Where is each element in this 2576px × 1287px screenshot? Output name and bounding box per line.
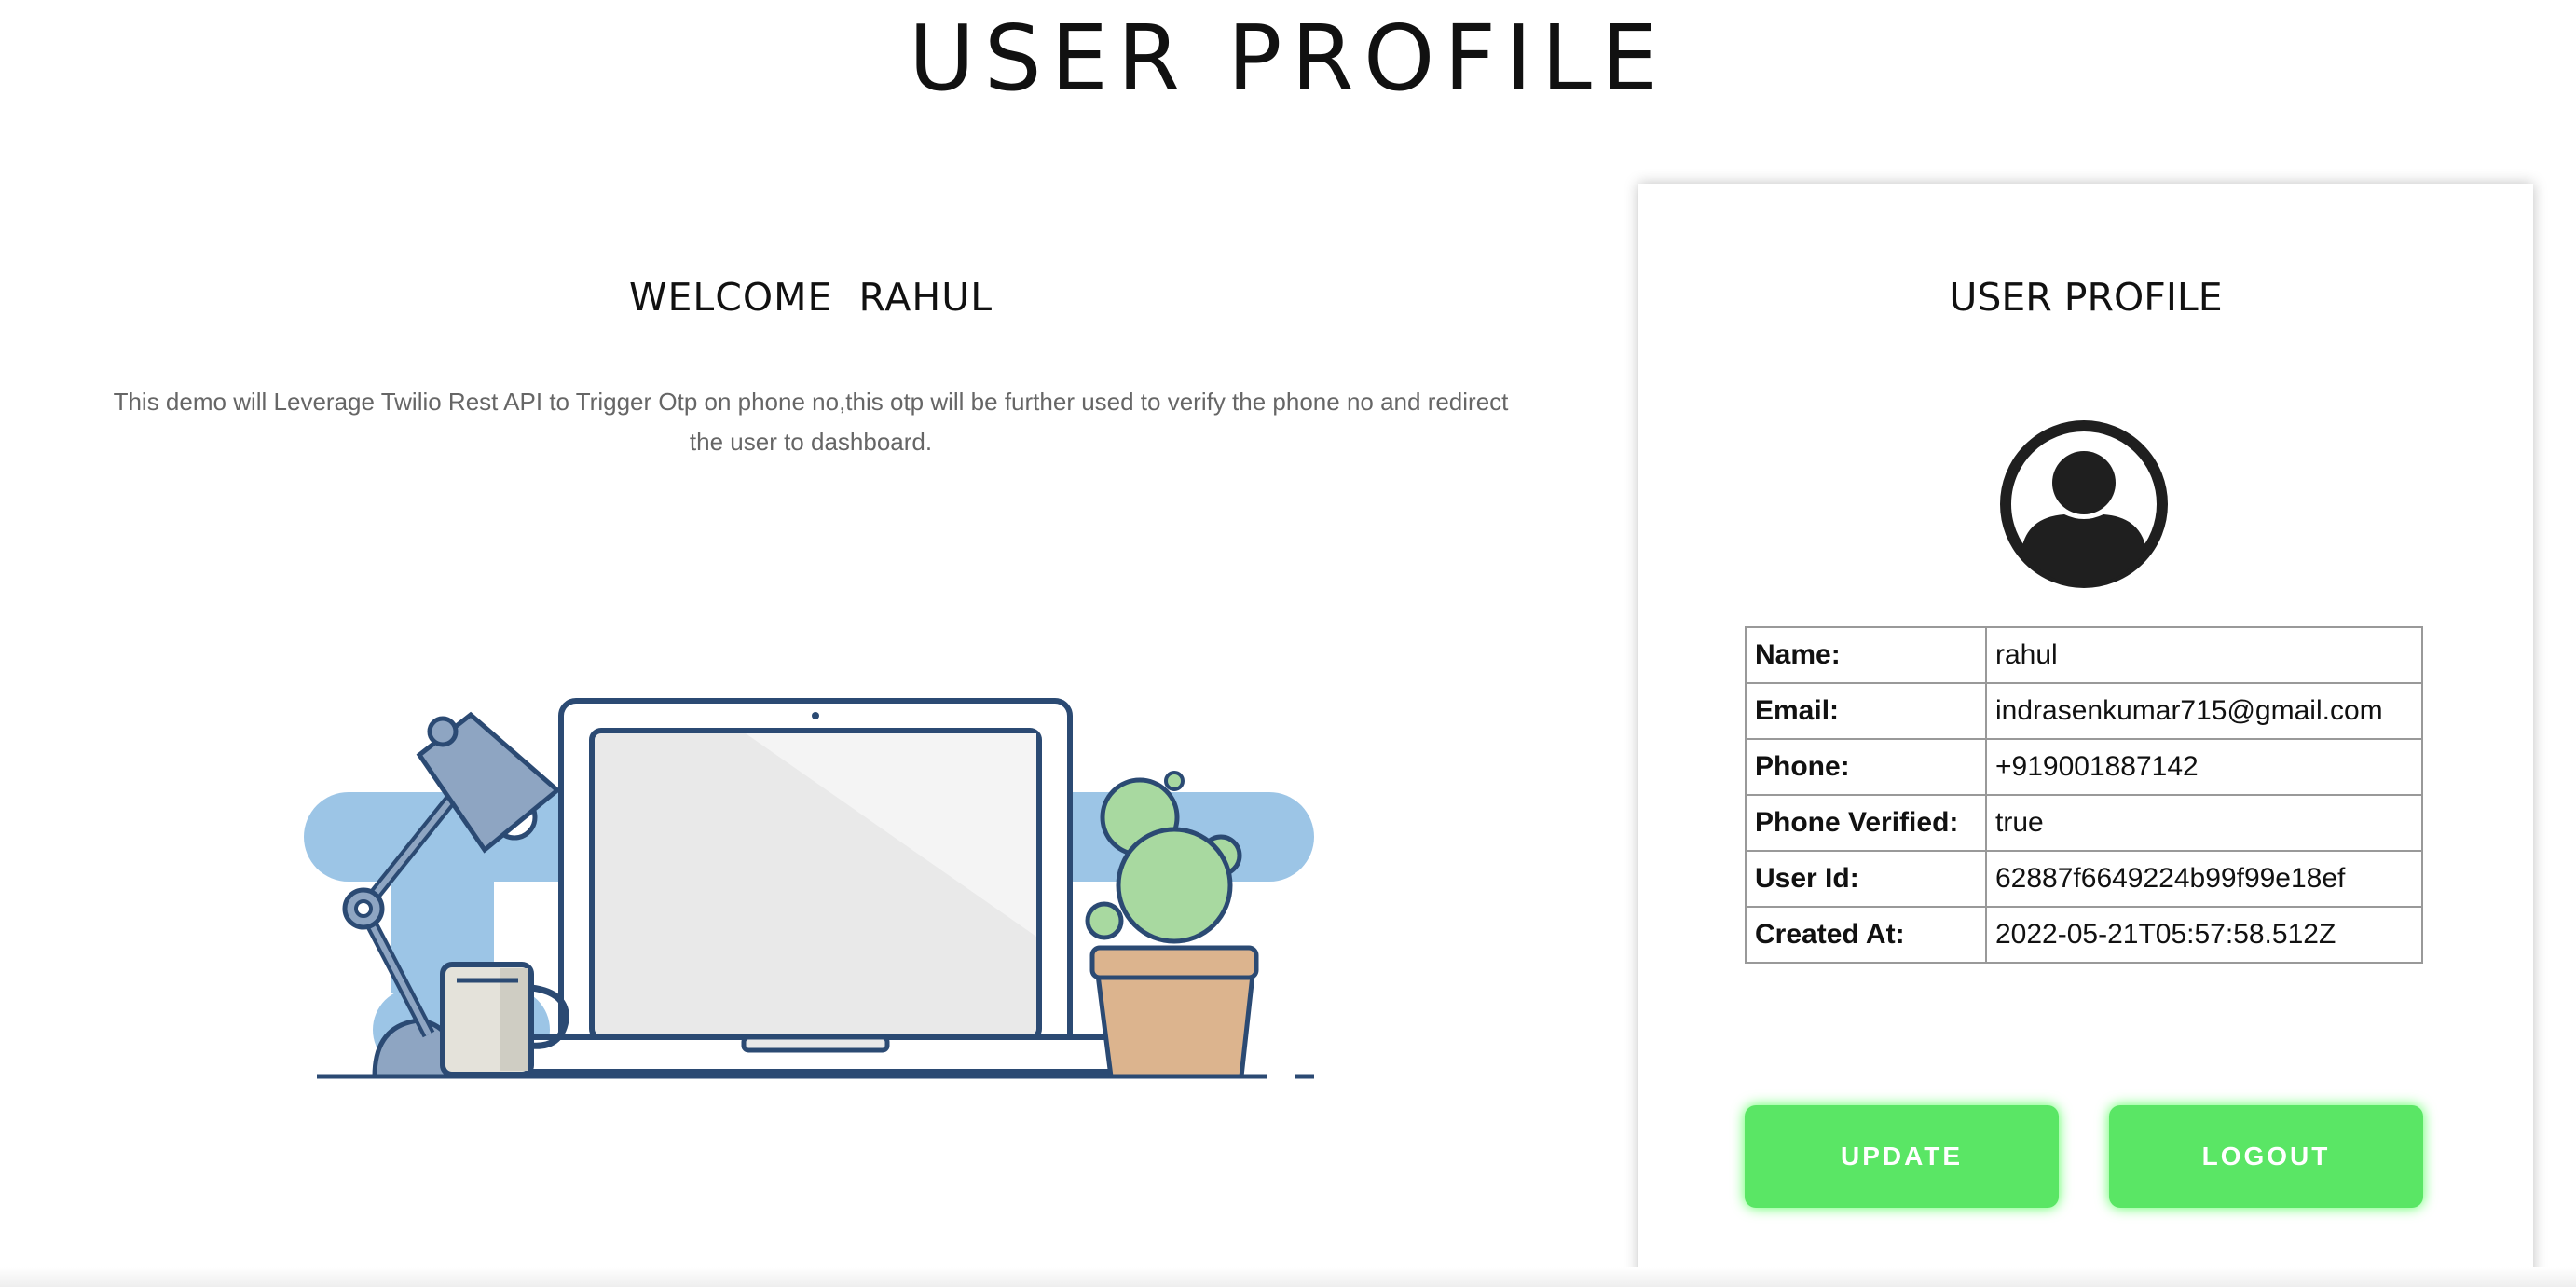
- desk-laptop-illustration: [304, 698, 1314, 1079]
- table-row: Email: indrasenkumar715@gmail.com: [1745, 682, 2423, 740]
- lamp-knob: [427, 716, 459, 747]
- email-value: indrasenkumar715@gmail.com: [1985, 682, 2423, 740]
- page-title: USER PROFILE: [908, 6, 1668, 111]
- user-id-label: User Id:: [1745, 850, 1987, 908]
- cactus-main: [1116, 827, 1233, 944]
- table-row: Phone: +919001887142: [1745, 738, 2423, 796]
- profile-info-table: Name: rahul Email: indrasenkumar715@gmai…: [1745, 626, 2423, 964]
- pot-rim: [1089, 945, 1259, 980]
- page: USER PROFILE WELCOME RAHUL This demo wil…: [0, 0, 2576, 1287]
- laptop-trackpad: [741, 1034, 890, 1053]
- cactus-flower: [1164, 771, 1185, 791]
- laptop-camera: [812, 712, 819, 719]
- table-row: Created At: 2022-05-21T05:57:58.512Z: [1745, 906, 2423, 964]
- user-avatar-icon: [2000, 420, 2168, 588]
- phone-value: +919001887142: [1985, 738, 2423, 796]
- table-row: Name: rahul: [1745, 626, 2423, 684]
- logout-button[interactable]: LOGOUT: [2109, 1105, 2423, 1208]
- welcome-title: WELCOME RAHUL: [628, 275, 993, 320]
- pot-body: [1095, 972, 1255, 1079]
- welcome-description: This demo will Leverage Twilio Rest API …: [113, 388, 1509, 456]
- cactus-side: [1085, 901, 1124, 940]
- user-id-value: 62887f6649224b99f99e18ef: [1985, 850, 2423, 908]
- bottom-scroll-shade: [0, 1267, 2576, 1287]
- profile-card-title: USER PROFILE: [1949, 275, 2223, 320]
- created-at-value: 2022-05-21T05:57:58.512Z: [1985, 906, 2423, 964]
- phone-verified-value: true: [1985, 794, 2423, 852]
- email-label: Email:: [1745, 682, 1987, 740]
- created-at-label: Created At:: [1745, 906, 1987, 964]
- table-row: Phone Verified: true: [1745, 794, 2423, 852]
- table-row: User Id: 62887f6649224b99f99e18ef: [1745, 850, 2423, 908]
- phone-verified-label: Phone Verified:: [1745, 794, 1987, 852]
- lamp-joint-center: [354, 899, 373, 918]
- name-value: rahul: [1985, 626, 2423, 684]
- update-button[interactable]: UPDATE: [1745, 1105, 2059, 1208]
- phone-label: Phone:: [1745, 738, 1987, 796]
- name-label: Name:: [1745, 626, 1987, 684]
- mug-shade: [500, 968, 528, 1071]
